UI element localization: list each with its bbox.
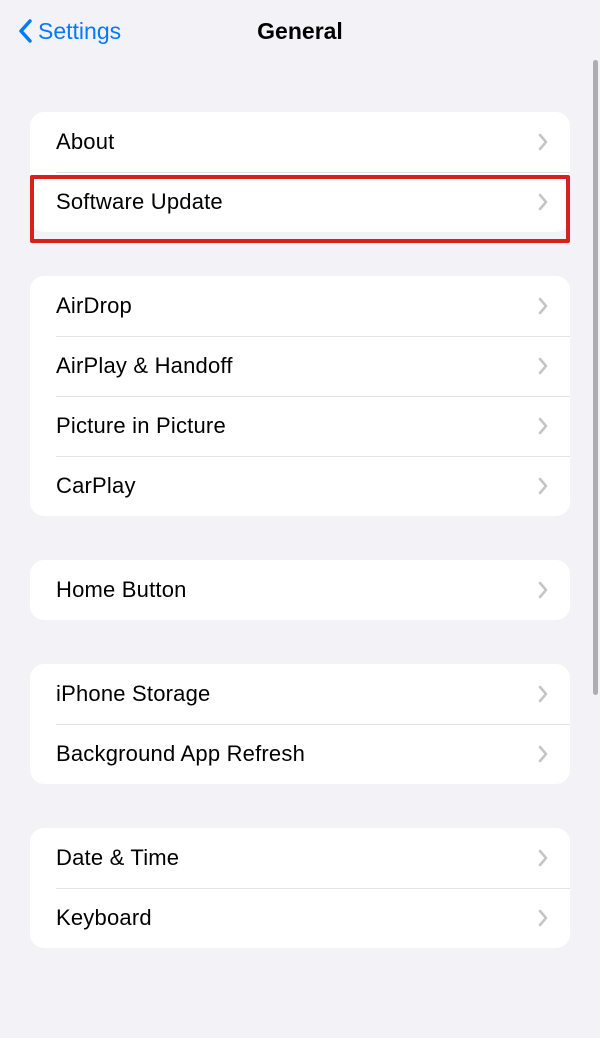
chevron-right-icon <box>538 477 548 495</box>
chevron-right-icon <box>538 417 548 435</box>
row-carplay[interactable]: CarPlay <box>30 456 570 516</box>
row-date-time[interactable]: Date & Time <box>30 828 570 888</box>
row-airplay-handoff[interactable]: AirPlay & Handoff <box>30 336 570 396</box>
settings-group: About Software Update <box>30 112 570 232</box>
nav-header: Settings General <box>0 0 600 62</box>
row-label: Background App Refresh <box>56 741 305 767</box>
settings-group: AirDrop AirPlay & Handoff Picture in Pic… <box>30 276 570 516</box>
row-keyboard[interactable]: Keyboard <box>30 888 570 948</box>
chevron-right-icon <box>538 745 548 763</box>
row-label: Picture in Picture <box>56 413 226 439</box>
chevron-right-icon <box>538 357 548 375</box>
chevron-right-icon <box>538 581 548 599</box>
back-label: Settings <box>38 18 121 45</box>
row-home-button[interactable]: Home Button <box>30 560 570 620</box>
row-label: About <box>56 129 115 155</box>
row-label: iPhone Storage <box>56 681 210 707</box>
row-label: CarPlay <box>56 473 136 499</box>
settings-group: iPhone Storage Background App Refresh <box>30 664 570 784</box>
back-button[interactable]: Settings <box>16 18 121 45</box>
chevron-right-icon <box>538 193 548 211</box>
chevron-left-icon <box>16 18 34 44</box>
row-airdrop[interactable]: AirDrop <box>30 276 570 336</box>
chevron-right-icon <box>538 849 548 867</box>
row-about[interactable]: About <box>30 112 570 172</box>
scrollbar[interactable] <box>593 60 598 695</box>
row-label: AirDrop <box>56 293 132 319</box>
chevron-right-icon <box>538 133 548 151</box>
settings-group: Home Button <box>30 560 570 620</box>
row-label: Date & Time <box>56 845 179 871</box>
chevron-right-icon <box>538 297 548 315</box>
row-label: Keyboard <box>56 905 152 931</box>
chevron-right-icon <box>538 685 548 703</box>
settings-content: About Software Update AirDrop AirPlay & … <box>0 112 600 948</box>
chevron-right-icon <box>538 909 548 927</box>
row-picture-in-picture[interactable]: Picture in Picture <box>30 396 570 456</box>
row-label: AirPlay & Handoff <box>56 353 233 379</box>
row-background-app-refresh[interactable]: Background App Refresh <box>30 724 570 784</box>
row-label: Home Button <box>56 577 187 603</box>
row-software-update[interactable]: Software Update <box>30 172 570 232</box>
row-iphone-storage[interactable]: iPhone Storage <box>30 664 570 724</box>
page-title: General <box>257 18 343 45</box>
settings-group: Date & Time Keyboard <box>30 828 570 948</box>
row-label: Software Update <box>56 189 223 215</box>
